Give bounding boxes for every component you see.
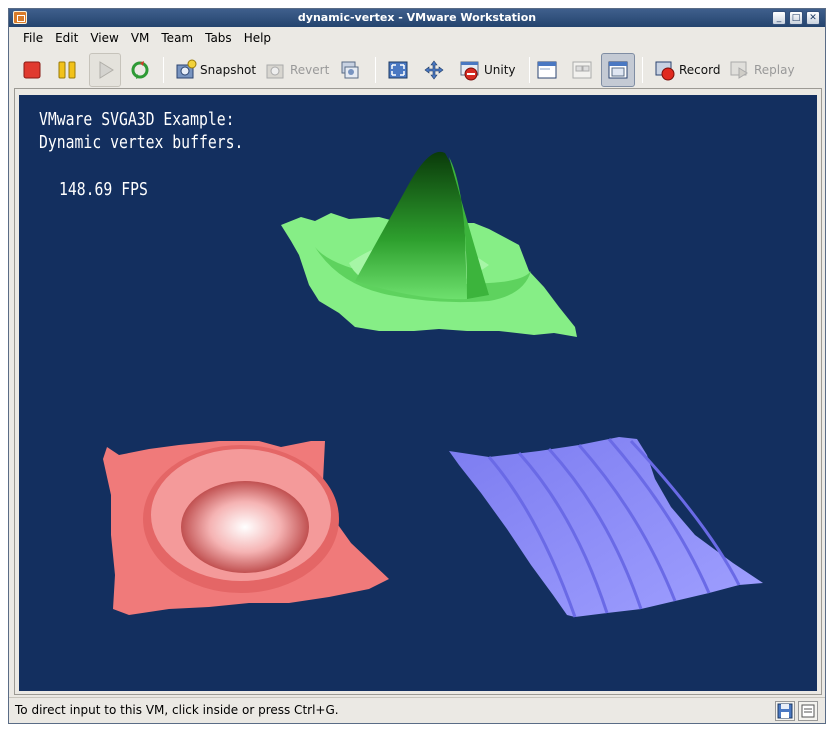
menu-edit-label: Edit: [55, 31, 79, 45]
menu-view[interactable]: View: [84, 31, 124, 45]
snapshot-manager-icon: [339, 59, 361, 81]
toolbar-separator: [529, 57, 530, 83]
rendered-3d-scene: [103, 151, 763, 618]
title-bar[interactable]: dynamic-vertex - VMware Workstation _ □ …: [9, 9, 825, 27]
revert-icon: [265, 59, 287, 81]
toolbar-separator: [642, 57, 643, 83]
menu-help[interactable]: Help: [238, 31, 277, 45]
full-screen-icon: [387, 59, 409, 81]
menu-vm[interactable]: VM: [125, 31, 156, 45]
floppy-disk-icon[interactable]: [775, 701, 795, 721]
snapshot-label: Snapshot: [200, 63, 257, 77]
message-log-icon[interactable]: [798, 701, 818, 721]
play-icon: [94, 59, 116, 81]
vm-display[interactable]: VMware SVGA3D Example: Dynamic vertex bu…: [19, 95, 817, 691]
unity-icon: [459, 59, 481, 81]
power-on-button[interactable]: [89, 53, 121, 87]
tabs-view-icon: [607, 59, 629, 81]
show-thumbnails-button[interactable]: [571, 53, 593, 87]
snapshot-icon: [175, 59, 197, 81]
minimize-button[interactable]: _: [772, 11, 786, 25]
toolbar: Snapshot Revert Unity Record Replay: [9, 51, 825, 89]
unity-button[interactable]: Unity: [459, 53, 516, 87]
reset-button[interactable]: [129, 53, 151, 87]
thumbnail-view-icon: [571, 59, 593, 81]
menu-vm-label: VM: [130, 31, 150, 45]
menu-team[interactable]: Team: [155, 31, 199, 45]
move-arrows-icon: [423, 59, 445, 81]
toolbar-separator: [163, 57, 164, 83]
record-button[interactable]: Record: [654, 53, 720, 87]
window-title: dynamic-vertex - VMware Workstation: [297, 11, 537, 24]
reset-icon: [129, 59, 151, 81]
revert-label: Revert: [290, 63, 330, 77]
suspend-button[interactable]: [56, 53, 78, 87]
menu-bar: File Edit View VM Team Tabs Help: [9, 27, 825, 49]
status-message: To direct input to this VM, click inside…: [15, 703, 339, 717]
red-mesh-surface: [103, 441, 389, 615]
menu-edit[interactable]: Edit: [49, 31, 84, 45]
menu-tabs[interactable]: Tabs: [199, 31, 238, 45]
menu-help-label: Help: [243, 31, 272, 45]
green-mesh-surface: [281, 151, 577, 337]
replay-icon: [729, 59, 751, 81]
blue-mesh-surface: [449, 437, 763, 618]
vm-console-frame: VMware SVGA3D Example: Dynamic vertex bu…: [14, 88, 822, 695]
stop-icon: [21, 59, 43, 81]
unity-label: Unity: [484, 63, 516, 77]
menu-tabs-label: Tabs: [205, 31, 232, 45]
menu-file-label: File: [23, 31, 44, 45]
status-bar: To direct input to this VM, click inside…: [9, 697, 825, 723]
show-console-button[interactable]: [536, 53, 558, 87]
snapshot-button[interactable]: Snapshot: [175, 53, 256, 87]
menu-team-label: Team: [161, 31, 194, 45]
revert-button[interactable]: Revert: [265, 53, 329, 87]
quick-switch-button[interactable]: [423, 53, 445, 87]
console-view-icon: [536, 59, 558, 81]
record-label: Record: [679, 63, 721, 77]
app-window: dynamic-vertex - VMware Workstation _ □ …: [8, 8, 826, 724]
menu-file[interactable]: File: [17, 31, 49, 45]
pause-icon: [56, 59, 78, 81]
full-screen-button[interactable]: [387, 53, 409, 87]
record-icon: [654, 59, 676, 81]
maximize-button[interactable]: □: [789, 11, 803, 25]
show-tabs-button[interactable]: [601, 53, 635, 87]
toolbar-separator: [375, 57, 376, 83]
menu-view-label: View: [90, 31, 119, 45]
close-button[interactable]: ✕: [806, 11, 820, 25]
snapshot-manager-button[interactable]: [339, 53, 361, 87]
power-off-button[interactable]: [21, 53, 43, 87]
replay-button[interactable]: Replay: [729, 53, 795, 87]
replay-label: Replay: [754, 63, 795, 77]
